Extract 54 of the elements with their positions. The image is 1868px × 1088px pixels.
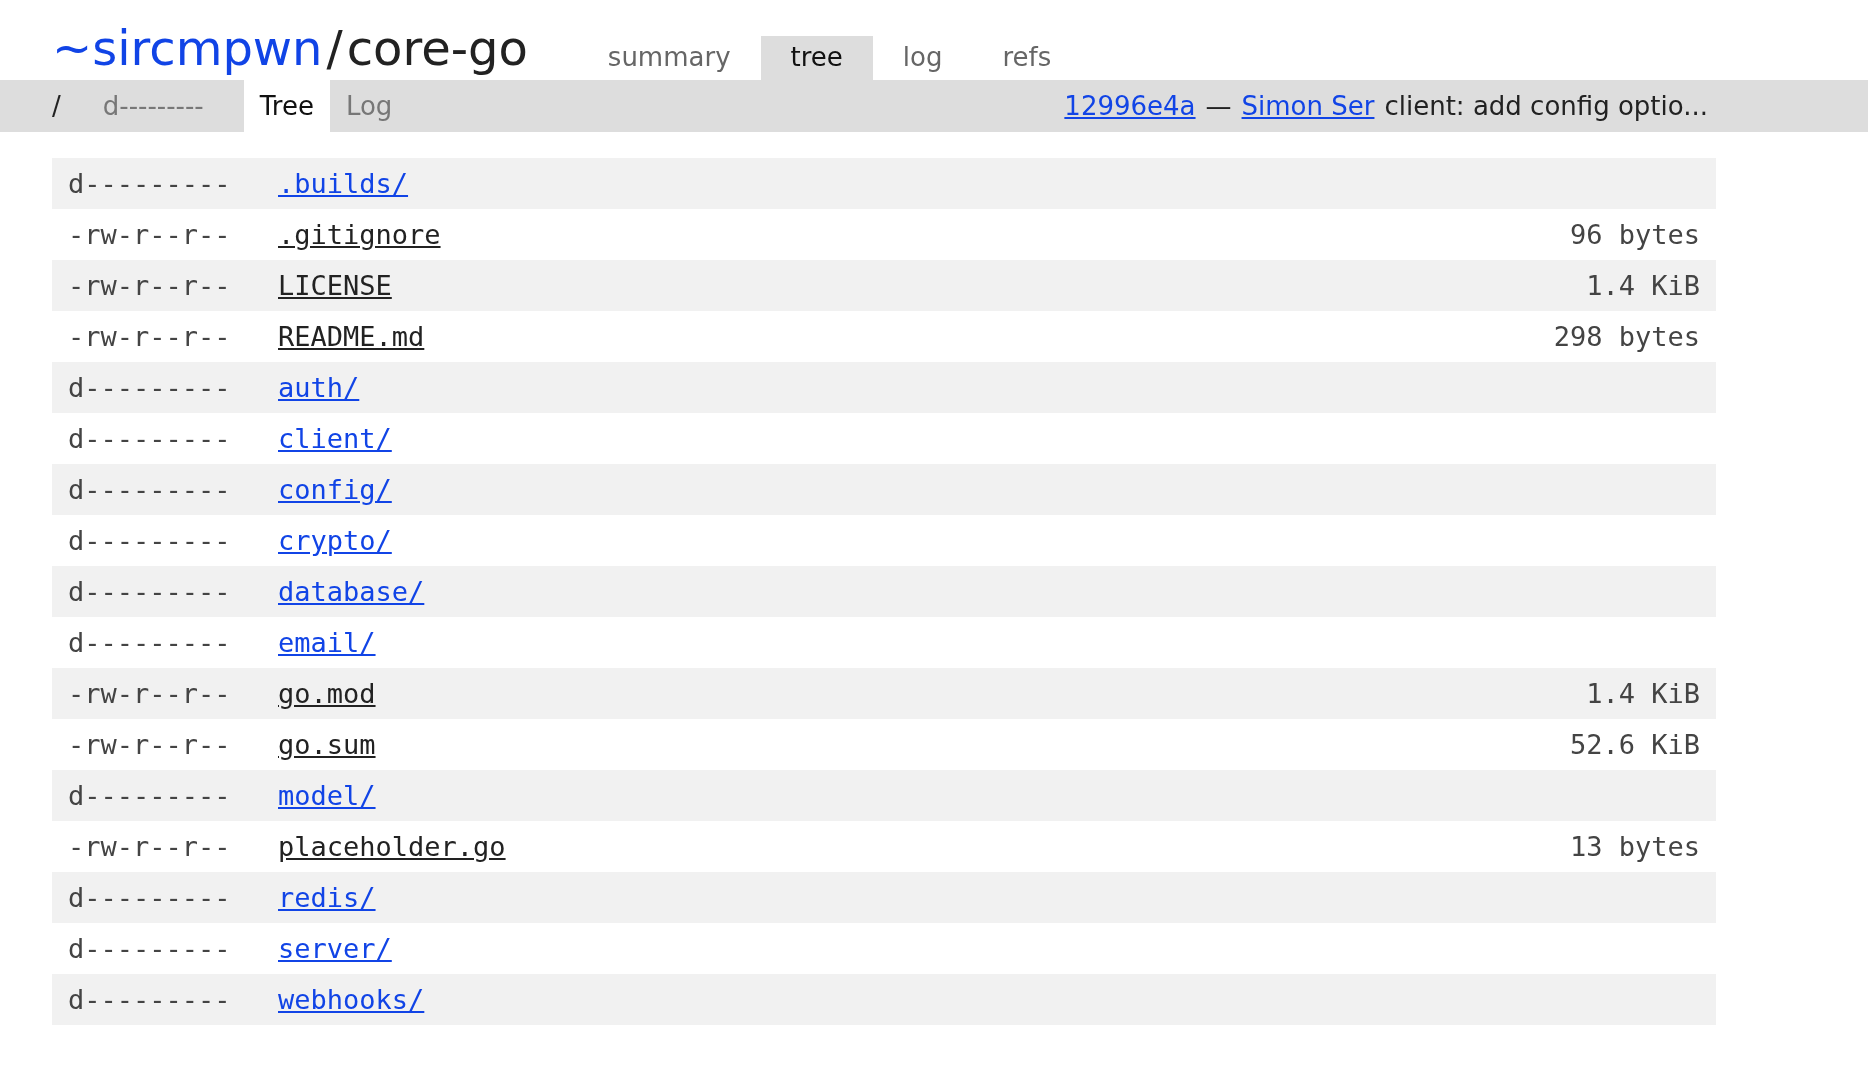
nav-tab[interactable]: refs xyxy=(972,36,1082,80)
file-link[interactable]: server/ xyxy=(278,933,392,964)
file-mode: d--------- xyxy=(68,525,232,556)
path-text: / xyxy=(52,91,61,121)
file-size: 13 bytes xyxy=(1569,831,1700,862)
commit-message: client: add config optio... xyxy=(1384,91,1708,121)
file-link[interactable]: .gitignore xyxy=(278,219,441,250)
file-mode: d--------- xyxy=(68,933,232,964)
file-link[interactable]: .builds/ xyxy=(278,168,409,199)
path-separator: / xyxy=(326,20,343,76)
nav-tab[interactable]: log xyxy=(872,36,973,80)
nav-tab[interactable]: summary xyxy=(577,36,761,80)
file-mode: d--------- xyxy=(68,780,232,811)
file-mode: d--------- xyxy=(68,372,232,403)
author-link[interactable]: Simon Ser xyxy=(1241,91,1375,121)
file-mode: -rw-r--r-- xyxy=(68,678,232,709)
repo-name: core-go xyxy=(346,20,528,76)
file-mode: -rw-r--r-- xyxy=(68,729,232,760)
file-link[interactable]: redis/ xyxy=(278,882,376,913)
repo-owner-link[interactable]: ~sircmpwn xyxy=(52,20,323,76)
commit-hash-link[interactable]: 12996e4a xyxy=(1064,91,1196,121)
file-size: 298 bytes xyxy=(1553,321,1700,352)
file-link[interactable]: README.md xyxy=(278,321,425,352)
file-mode: d--------- xyxy=(68,984,232,1015)
mode-text: d--------- xyxy=(102,91,204,121)
file-mode: -rw-r--r-- xyxy=(68,270,232,301)
nav-tab[interactable]: tree xyxy=(760,36,873,80)
file-link[interactable]: email/ xyxy=(278,627,376,658)
file-size: 1.4 KiB xyxy=(1586,678,1700,709)
file-link[interactable]: model/ xyxy=(278,780,376,811)
dash-text: — xyxy=(1205,91,1232,121)
file-link[interactable]: webhooks/ xyxy=(278,984,425,1015)
file-mode: d--------- xyxy=(68,168,232,199)
file-link[interactable]: client/ xyxy=(278,423,392,454)
file-link[interactable]: crypto/ xyxy=(278,525,392,556)
file-mode: -rw-r--r-- xyxy=(68,321,232,352)
file-link[interactable]: go.sum xyxy=(278,729,376,760)
file-mode: -rw-r--r-- xyxy=(68,831,232,862)
file-mode: d--------- xyxy=(68,627,232,658)
file-link[interactable]: database/ xyxy=(278,576,425,607)
view-tab[interactable]: Tree xyxy=(243,80,330,132)
file-link[interactable]: auth/ xyxy=(278,372,360,403)
file-link[interactable]: LICENSE xyxy=(278,270,392,301)
file-mode: d--------- xyxy=(68,423,232,454)
file-size: 96 bytes xyxy=(1569,219,1700,250)
file-mode: -rw-r--r-- xyxy=(68,219,232,250)
file-link[interactable]: config/ xyxy=(278,474,392,505)
file-mode: d--------- xyxy=(68,882,232,913)
file-size: 1.4 KiB xyxy=(1586,270,1700,301)
file-mode: d--------- xyxy=(68,576,232,607)
file-link[interactable]: go.mod xyxy=(278,678,376,709)
file-mode: d--------- xyxy=(68,474,232,505)
file-size: 52.6 KiB xyxy=(1569,729,1700,760)
file-link[interactable]: placeholder.go xyxy=(278,831,506,862)
